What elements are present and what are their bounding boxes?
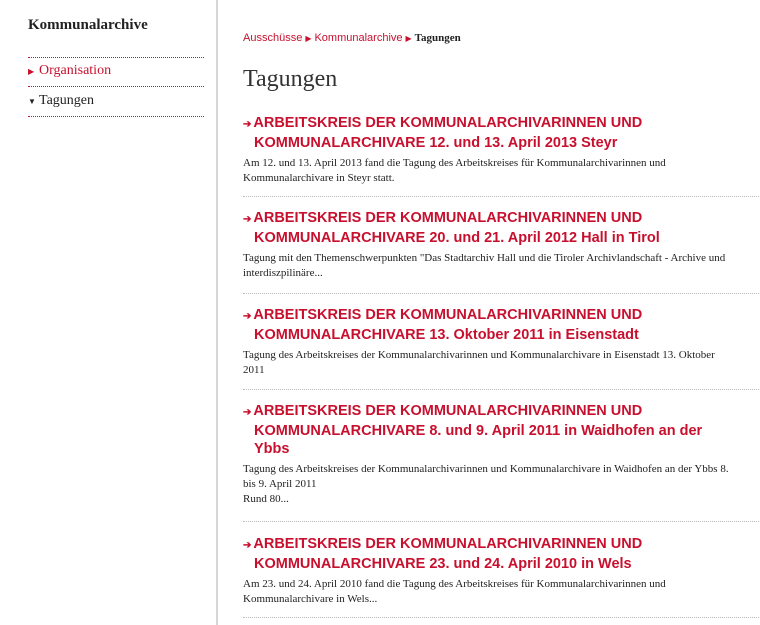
entry-divider xyxy=(243,196,760,197)
arrow-right-icon: ➔ xyxy=(243,540,252,551)
entry-description: Am 12. und 13. April 2013 fand die Tagun… xyxy=(243,157,666,184)
sidebar-divider xyxy=(28,57,204,58)
breadcrumb: Ausschüsse ▶ Kommunalarchive ▶ Tagungen xyxy=(243,32,461,44)
entry-title-link[interactable]: ➔ ARBEITSKREIS DER KOMMUNALARCHIVARINNEN … xyxy=(243,209,760,247)
sidebar-divider xyxy=(28,86,204,87)
arrow-right-icon: ➔ xyxy=(243,214,252,225)
arrow-right-icon: ➔ xyxy=(243,311,252,322)
sidebar-item-organisation[interactable]: ▶ Organisation xyxy=(28,63,204,79)
triangle-right-icon: ▶ xyxy=(305,34,312,43)
entry-description: Tagung des Arbeitskreises der Kommunalar… xyxy=(243,463,729,505)
entry-description: Tagung mit den Themenschwerpunkten "Das … xyxy=(243,252,726,279)
list-item: ➔ ARBEITSKREIS DER KOMMUNALARCHIVARINNEN … xyxy=(243,402,760,507)
triangle-right-icon: ▶ xyxy=(405,34,412,43)
triangle-right-icon: ▶ xyxy=(28,66,35,76)
entry-divider xyxy=(243,293,760,294)
arrow-right-icon: ➔ xyxy=(243,407,252,418)
entry-divider xyxy=(243,389,760,390)
entry-divider xyxy=(243,617,760,618)
entry-divider xyxy=(243,521,760,522)
sidebar-item-label: Organisation xyxy=(39,63,112,78)
sidebar-item-tagungen[interactable]: ▼ Tagungen xyxy=(28,93,204,109)
entry-title-link[interactable]: ➔ ARBEITSKREIS DER KOMMUNALARCHIVARINNEN … xyxy=(243,535,760,573)
sidebar: Kommunalarchive ▶ Organisation ▼ Tagunge… xyxy=(0,0,218,625)
triangle-down-icon: ▼ xyxy=(28,96,36,106)
sidebar-divider xyxy=(28,116,204,117)
breadcrumb-current: Tagungen xyxy=(414,32,461,44)
breadcrumb-link-kommunalarchive[interactable]: Kommunalarchive xyxy=(314,32,402,44)
entry-title-link[interactable]: ➔ ARBEITSKREIS DER KOMMUNALARCHIVARINNEN … xyxy=(243,306,760,344)
sidebar-item-label: Tagungen xyxy=(39,93,95,108)
main-content: Ausschüsse ▶ Kommunalarchive ▶ Tagungen Tagu… xyxy=(243,0,760,625)
list-item: ➔ ARBEITSKREIS DER KOMMUNALARCHIVARINNEN … xyxy=(243,535,760,607)
breadcrumb-link-ausschuesse[interactable]: Ausschüsse xyxy=(243,32,302,44)
sidebar-title: Kommunalarchive xyxy=(28,17,148,33)
list-item: ➔ ARBEITSKREIS DER KOMMUNALARCHIVARINNEN … xyxy=(243,209,760,281)
entry-title-link[interactable]: ➔ ARBEITSKREIS DER KOMMUNALARCHIVARINNEN … xyxy=(243,114,760,152)
entry-description: Am 23. und 24. April 2010 fand die Tagun… xyxy=(243,578,666,605)
entry-title-link[interactable]: ➔ ARBEITSKREIS DER KOMMUNALARCHIVARINNEN … xyxy=(243,402,760,458)
list-item: ➔ ARBEITSKREIS DER KOMMUNALARCHIVARINNEN … xyxy=(243,114,760,186)
list-item: ➔ ARBEITSKREIS DER KOMMUNALARCHIVARINNEN … xyxy=(243,306,760,378)
arrow-right-icon: ➔ xyxy=(243,119,252,130)
page-title: Tagungen xyxy=(243,66,338,92)
entry-description: Tagung des Arbeitskreises der Kommunalar… xyxy=(243,349,715,376)
